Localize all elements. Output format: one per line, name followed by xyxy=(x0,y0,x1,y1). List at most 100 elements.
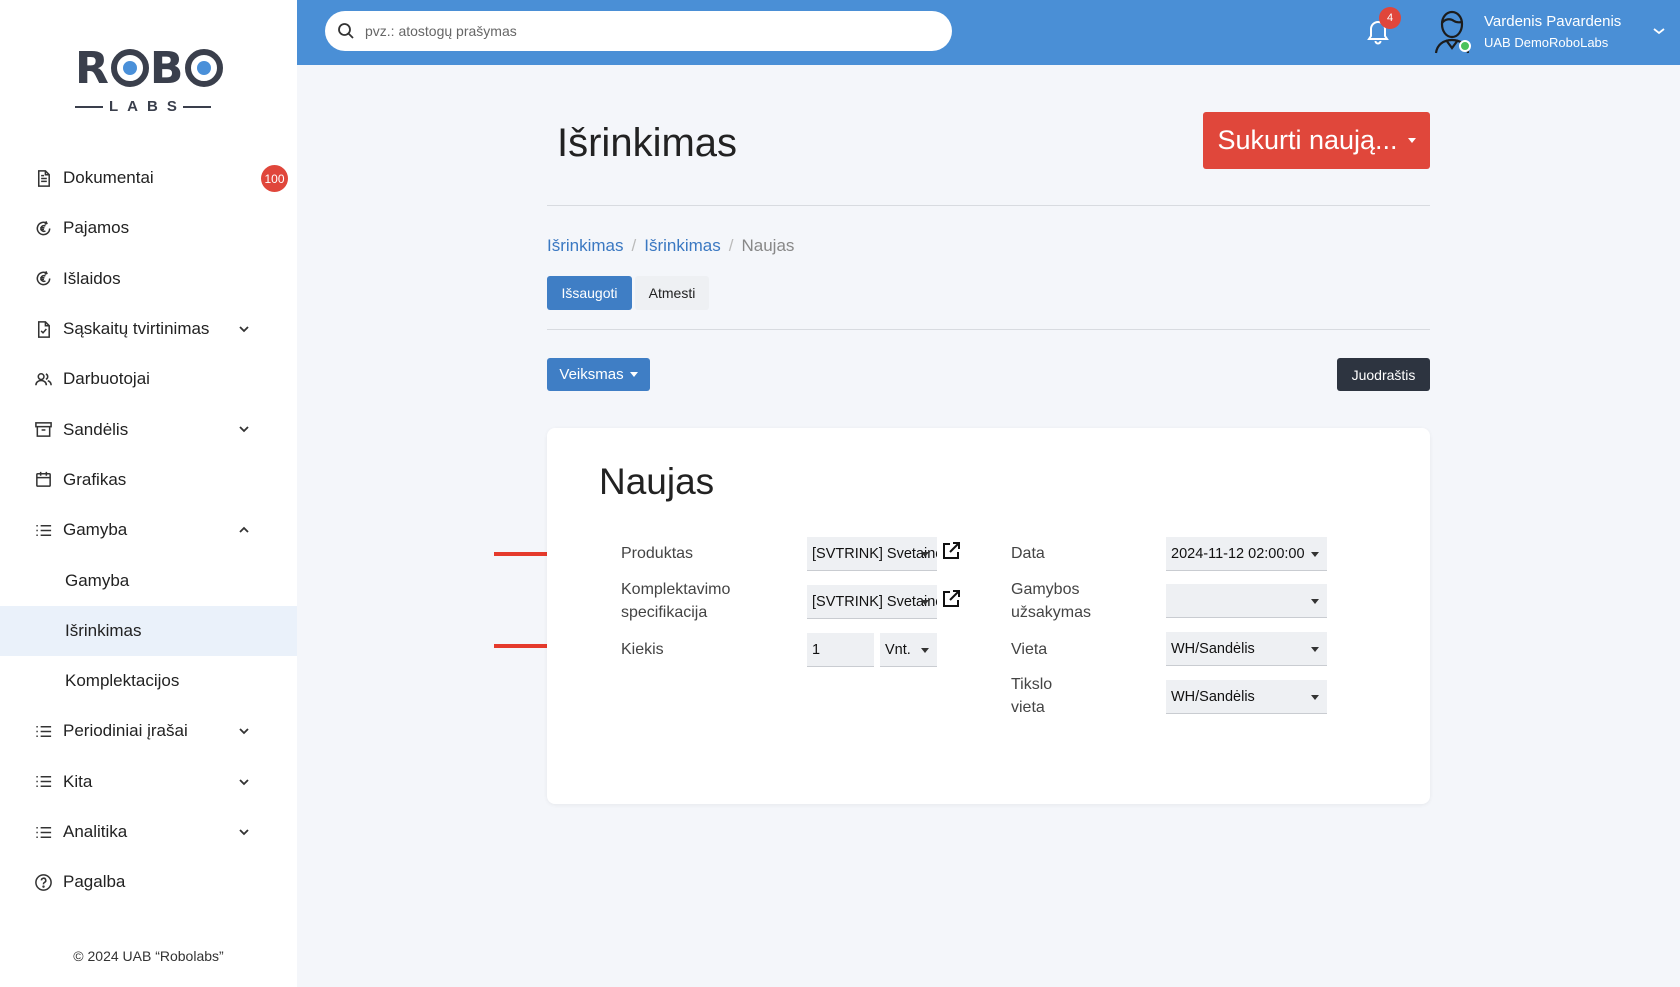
bom-select[interactable]: [SVTRINK] Svetainės xyxy=(807,585,937,619)
archive-box-icon xyxy=(33,420,53,440)
external-link-icon[interactable] xyxy=(940,588,962,610)
sidebar-item-saskaitu-tvirtinimas[interactable]: Sąskaitų tvirtinimas xyxy=(0,304,297,354)
sidebar-item-label: Sąskaitų tvirtinimas xyxy=(63,319,210,339)
create-new-button[interactable]: Sukurti naują... xyxy=(1203,112,1430,169)
sidebar-item-label: Gamyba xyxy=(63,520,128,540)
document-check-icon xyxy=(33,319,53,339)
sidebar-subitem-komplektacijos[interactable]: Komplektacijos xyxy=(0,656,297,706)
date-label: Data xyxy=(1011,545,1045,562)
search-box xyxy=(325,11,952,51)
robolabs-logo[interactable]: RB LABS xyxy=(75,40,225,120)
destination-label: Tikslo vieta xyxy=(1011,673,1052,719)
chevron-down-icon xyxy=(239,426,249,433)
sidebar-item-label: Grafikas xyxy=(63,469,127,489)
uom-value: Vnt. xyxy=(885,641,911,658)
breadcrumb-separator: / xyxy=(728,236,734,255)
caret-down-icon xyxy=(1407,138,1416,143)
sidebar-item-label: Periodiniai įrašai xyxy=(63,721,188,741)
breadcrumb-current: Naujas xyxy=(741,236,795,255)
destination-select[interactable]: WH/Sandėlis xyxy=(1166,680,1327,714)
euro-expense-icon xyxy=(33,269,53,289)
divider xyxy=(547,205,1430,206)
search-input[interactable] xyxy=(365,23,925,39)
form-title: Naujas xyxy=(599,461,715,502)
sidebar-item-grafikas[interactable]: Grafikas xyxy=(0,455,297,505)
chevron-down-icon[interactable] xyxy=(1652,24,1666,38)
sidebar-item-pajamos[interactable]: Pajamos xyxy=(0,203,297,253)
quantity-value: 1 xyxy=(812,641,821,658)
sidebar-item-islaidos[interactable]: Išlaidos xyxy=(0,254,297,304)
caret-down-icon xyxy=(629,372,638,377)
chevron-down-icon xyxy=(239,326,249,333)
sidebar-item-label: Kita xyxy=(63,771,93,791)
date-value: 2024-11-12 02:00:00 xyxy=(1171,545,1305,562)
chevron-down-icon xyxy=(239,778,249,785)
form-card: Naujas Produktas [SVTRINK] Svetainės Kom… xyxy=(547,428,1430,804)
create-new-label: Sukurti naują... xyxy=(1217,125,1398,155)
users-icon xyxy=(33,369,53,389)
document-icon xyxy=(33,168,53,188)
save-button[interactable]: Išsaugoti xyxy=(547,276,632,310)
list-icon xyxy=(33,520,53,540)
sidebar-subitem-isrinkimas[interactable]: Išrinkimas xyxy=(0,605,297,656)
sidebar-item-label: Gamyba xyxy=(65,570,130,590)
production-order-select[interactable] xyxy=(1166,584,1327,618)
sidebar-nav: Dokumentai 100 Pajamos Išlaidos Sąskaitų… xyxy=(0,153,297,907)
product-value: [SVTRINK] Svetainės xyxy=(812,545,937,562)
production-order-label: Gamybos užsakymas xyxy=(1011,578,1091,624)
date-select[interactable]: 2024-11-12 02:00:00 xyxy=(1166,537,1327,571)
product-select[interactable]: [SVTRINK] Svetainės xyxy=(807,537,937,571)
chevron-up-icon xyxy=(239,526,249,533)
quantity-input[interactable]: 1 xyxy=(807,633,874,667)
sidebar-item-label: Pagalba xyxy=(63,872,126,892)
sidebar-item-periodiniai-irasai[interactable]: Periodiniai įrašai xyxy=(0,706,297,756)
bom-label-line2: specifikacija xyxy=(621,604,708,621)
logo-wordmark: RB xyxy=(75,40,225,96)
sidebar-item-label: Analitika xyxy=(63,822,128,841)
calendar-icon xyxy=(33,470,53,490)
caret-down-icon xyxy=(1311,599,1319,604)
sidebar-item-gamyba[interactable]: Gamyba xyxy=(0,505,297,555)
uom-select[interactable]: Vnt. xyxy=(880,633,937,667)
sidebar: RB LABS Dokumentai 100 Pajamos Išlaidos … xyxy=(0,0,297,987)
sidebar-subitem-gamyba[interactable]: Gamyba xyxy=(0,555,297,605)
external-link-icon[interactable] xyxy=(940,540,962,562)
breadcrumb-link-1[interactable]: Išrinkimas xyxy=(547,236,624,256)
breadcrumb-separator: / xyxy=(631,236,637,255)
action-dropdown-button[interactable]: Veiksmas xyxy=(547,358,650,391)
sidebar-item-sandelis[interactable]: Sandėlis xyxy=(0,404,297,454)
documents-count-badge: 100 xyxy=(261,165,288,192)
location-label: Vieta xyxy=(1011,641,1048,658)
online-status-dot xyxy=(1459,40,1471,52)
user-company: UAB DemoRoboLabs xyxy=(1484,35,1609,50)
list-icon xyxy=(33,721,53,741)
page-title: Išrinkimas xyxy=(557,121,738,165)
breadcrumb-link-2[interactable]: Išrinkimas xyxy=(644,236,721,256)
sidebar-item-label: Darbuotojai xyxy=(63,369,150,389)
caret-down-icon xyxy=(921,552,929,557)
location-select[interactable]: WH/Sandėlis xyxy=(1166,632,1327,666)
sidebar-item-pagalba[interactable]: Pagalba xyxy=(0,857,297,907)
sidebar-item-label: Dokumentai xyxy=(63,168,154,188)
sidebar-item-dokumentai[interactable]: Dokumentai 100 xyxy=(0,153,297,203)
destination-label-line1: Tikslo xyxy=(1011,676,1053,693)
list-icon xyxy=(33,772,53,792)
draft-status-button[interactable]: Juodraštis xyxy=(1337,358,1430,391)
copyright-text: © 2024 UAB “Robolabs” xyxy=(73,948,224,964)
caret-down-icon xyxy=(1311,552,1319,557)
euro-income-icon xyxy=(33,218,53,238)
caret-down-icon xyxy=(1311,695,1319,700)
bom-label-line1: Komplektavimo xyxy=(621,581,731,598)
sidebar-item-darbuotojai[interactable]: Darbuotojai xyxy=(0,354,297,404)
destination-value: WH/Sandėlis xyxy=(1171,688,1255,705)
search-icon xyxy=(338,23,354,39)
sidebar-item-kita[interactable]: Kita xyxy=(0,757,297,807)
sidebar-item-label: Pajamos xyxy=(63,218,130,238)
help-circle-icon xyxy=(33,872,53,892)
discard-button[interactable]: Atmesti xyxy=(635,276,709,310)
sidebar-item-label: Sandėlis xyxy=(63,419,129,439)
caret-down-icon xyxy=(921,648,929,653)
product-label: Produktas xyxy=(621,545,694,562)
action-label: Veiksmas xyxy=(559,366,624,383)
sidebar-item-analitika[interactable]: Analitika xyxy=(0,807,297,857)
